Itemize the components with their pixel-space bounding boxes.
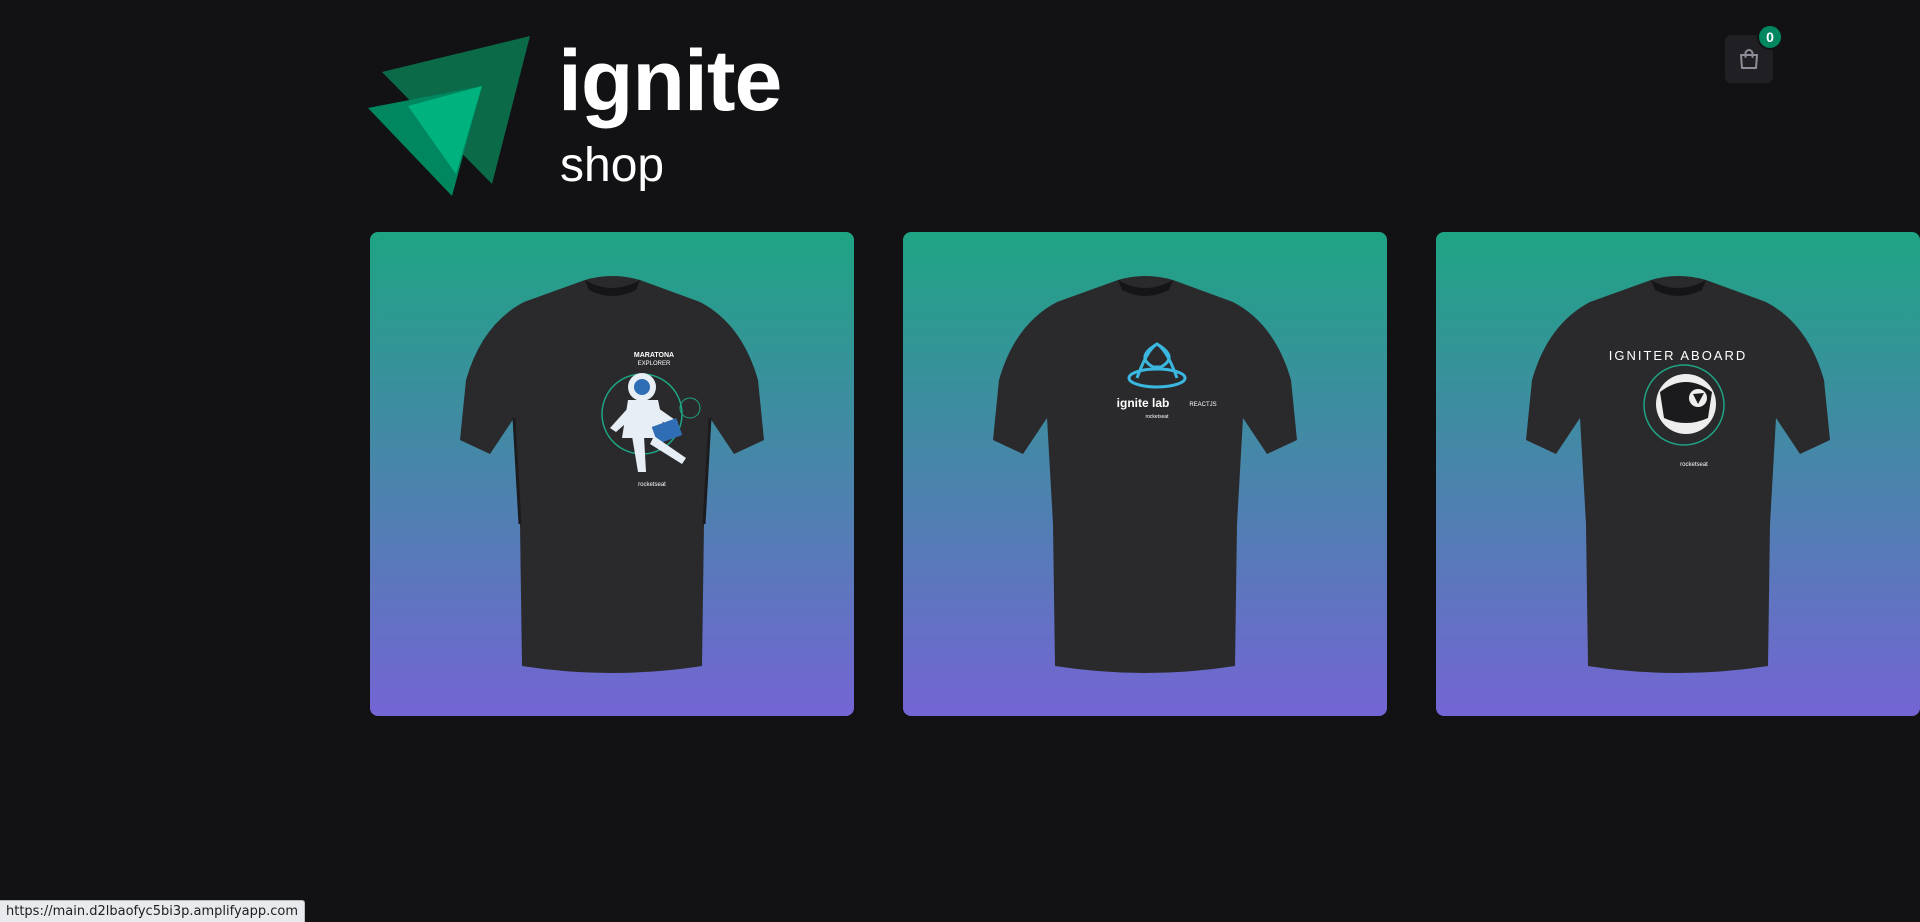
helmet-icon (1656, 374, 1716, 434)
logo-triangle-icon (368, 36, 530, 196)
print-title: MARATONA (634, 352, 674, 359)
tshirt-shape (1526, 276, 1830, 673)
product-image: IGNITER ABOARD rocketseat (1526, 276, 1830, 673)
product-carousel[interactable]: MARATONA EXPLORER rocketseat ignite lab … (370, 232, 1920, 716)
product-image: MARATONA EXPLORER rocketseat (460, 276, 764, 673)
print-title: ignite lab (1117, 396, 1170, 410)
ignite-shop-logo[interactable]: ignite shop (368, 34, 782, 196)
print-subtitle: REACTJS (1189, 402, 1216, 408)
product-card-ignite-lab[interactable]: ignite lab REACTJS rocketseat (903, 232, 1387, 716)
product-card-igniter-aboard[interactable]: IGNITER ABOARD rocketseat (1436, 232, 1920, 716)
page: ignite shop 0 MARATONA EXPLORER rocketse… (0, 0, 1920, 922)
cart-count-badge: 0 (1757, 24, 1783, 50)
logo-title: ignite (558, 33, 782, 129)
logo-subtitle: shop (560, 139, 665, 192)
product-card-maratona-explorer[interactable]: MARATONA EXPLORER rocketseat (370, 232, 854, 716)
print-brand-mark: rocketseat (1145, 414, 1169, 420)
print-title: IGNITER ABOARD (1609, 348, 1748, 363)
tshirt-shape (993, 276, 1297, 673)
print-brand-mark: rocketseat (638, 482, 666, 488)
product-image: ignite lab REACTJS rocketseat (993, 276, 1297, 673)
handbag-icon (1740, 49, 1758, 69)
link-status-bar: https://main.d2lbaofyc5bi3p.amplifyapp.c… (0, 900, 306, 922)
print-brand-mark: rocketseat (1680, 462, 1708, 468)
print-subtitle: EXPLORER (638, 361, 671, 367)
tshirt-shape (460, 276, 764, 673)
